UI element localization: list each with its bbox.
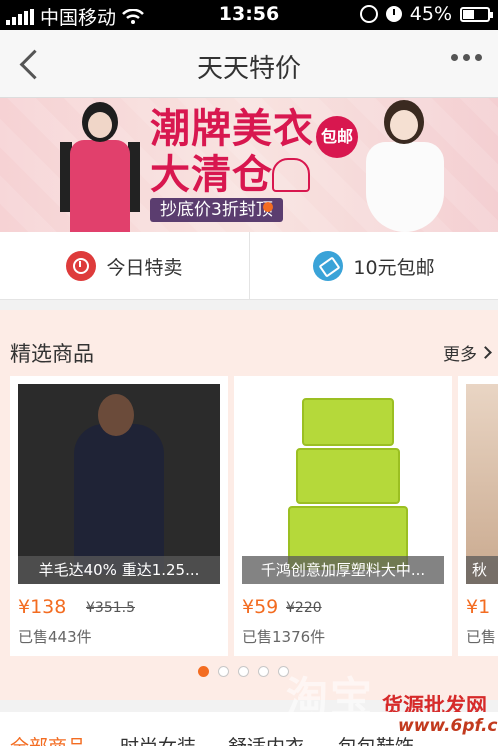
pager-dot[interactable] <box>258 666 269 677</box>
more-link[interactable]: 更多 <box>443 340 492 365</box>
product-name: 千鸿创意加厚塑料大中... <box>242 556 444 584</box>
pager-dot[interactable] <box>218 666 229 677</box>
quick-link-label: 今日特卖 <box>106 256 183 279</box>
battery-percent: 45% <box>409 3 452 25</box>
product-card[interactable]: 羊毛达40% 重达1.25... ¥138 ¥351.5 已售443件 <box>10 376 228 656</box>
watermark-url: www.6pf.cn <box>398 716 498 736</box>
product-price: ¥59 <box>242 596 279 618</box>
promo-banner[interactable]: 潮牌美衣 大清仓 包邮 抄底价3折封顶 <box>0 98 498 232</box>
product-price: ¥138 <box>18 596 67 618</box>
product-sold-count: 已售 <box>466 628 497 646</box>
clock-icon <box>66 251 97 281</box>
quick-link-ten-yuan[interactable]: 10元包邮 <box>249 232 498 300</box>
status-bar: 中国移动 13:56 45% <box>0 0 498 30</box>
hoodie-icon <box>272 158 310 192</box>
quick-link-today-sale[interactable]: 今日特卖 <box>0 232 249 300</box>
quick-link-label: 10元包邮 <box>353 256 435 279</box>
more-options-button[interactable] <box>451 54 482 61</box>
product-image <box>242 384 444 584</box>
tag-icon <box>313 251 344 281</box>
quick-links: 今日特卖 10元包邮 <box>0 232 498 300</box>
product-price: ¥1 <box>466 596 491 618</box>
alarm-icon <box>385 6 402 22</box>
carousel-pager <box>198 666 289 677</box>
more-label: 更多 <box>443 345 477 365</box>
tab-underwear[interactable]: 舒适内衣 <box>228 732 304 746</box>
free-shipping-badge: 包邮 <box>316 116 358 158</box>
tab-all[interactable]: 全部商品 <box>10 732 86 746</box>
pager-dot[interactable] <box>198 666 209 677</box>
navigation-bar: 天天特价 <box>0 30 498 98</box>
product-name: 羊毛达40% 重达1.25... <box>18 556 220 584</box>
product-card[interactable]: 秋 ¥1 已售 <box>458 376 498 656</box>
product-original-price: ¥351.5 <box>86 600 135 616</box>
tab-women-fashion[interactable]: 时尚女装 <box>120 732 196 746</box>
product-original-price: ¥220 <box>286 600 322 616</box>
pager-dot[interactable] <box>238 666 249 677</box>
product-name: 秋 <box>466 556 498 584</box>
product-card[interactable]: 千鸿创意加厚塑料大中... ¥59 ¥220 已售1376件 <box>234 376 452 656</box>
section-title: 精选商品 <box>10 342 94 366</box>
chevron-right-icon <box>479 346 492 359</box>
page-title: 天天特价 <box>196 54 301 84</box>
product-sold-count: 已售1376件 <box>242 628 326 646</box>
banner-indicator <box>263 202 273 212</box>
banner-subtitle: 抄底价3折封顶 <box>150 198 283 222</box>
product-sold-count: 已售443件 <box>18 628 92 646</box>
model-image-left <box>60 102 140 232</box>
battery-icon <box>460 6 493 22</box>
model-image-right <box>360 100 450 232</box>
rotation-lock-icon <box>359 5 378 23</box>
product-image <box>466 384 498 584</box>
product-image <box>18 384 220 584</box>
